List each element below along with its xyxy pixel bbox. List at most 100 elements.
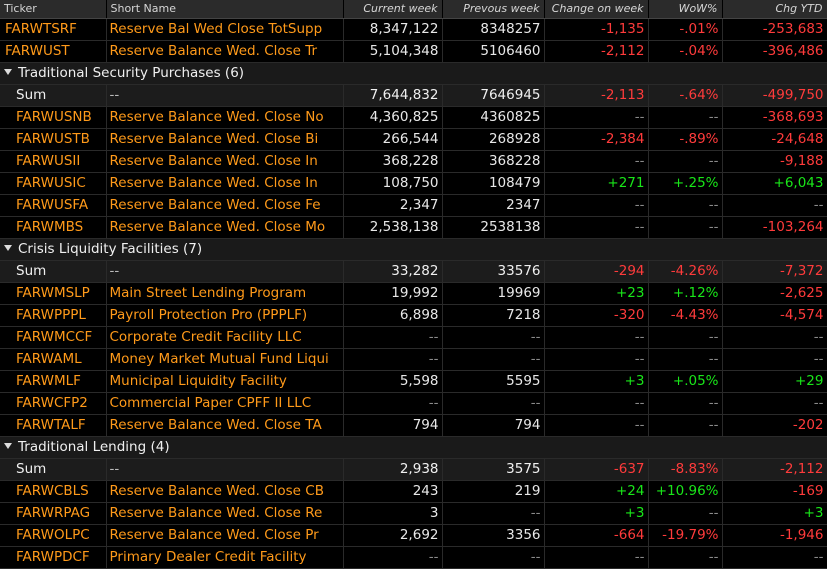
change-on-week-cell: +271 bbox=[544, 172, 649, 195]
wow-pct-cell: -4.26% bbox=[648, 260, 723, 283]
ticker-cell[interactable]: FARWTSRF bbox=[0, 18, 107, 41]
chg-ytd-cell: -24,648 bbox=[722, 128, 827, 151]
table-row[interactable]: FARWUSNB Reserve Balance Wed. Close No 4,3… bbox=[0, 106, 827, 129]
ticker-cell[interactable]: FARWUSNB bbox=[0, 106, 107, 129]
previous-week-cell: 2347 bbox=[442, 194, 545, 217]
current-week-cell: 19,992 bbox=[343, 282, 443, 305]
col-header-previous-week[interactable]: Prevous week bbox=[442, 0, 545, 19]
chg-ytd-cell: +29 bbox=[722, 370, 827, 393]
ticker-cell[interactable]: FARWMBS bbox=[0, 216, 107, 239]
ticker-cell[interactable]: Sum bbox=[0, 458, 107, 481]
change-on-week-cell: +23 bbox=[544, 282, 649, 305]
current-week-cell: -- bbox=[343, 546, 443, 569]
ticker-cell[interactable]: FARWUSIC bbox=[0, 172, 107, 195]
previous-week-cell: 4360825 bbox=[442, 106, 545, 129]
ticker-cell[interactable]: FARWCBLS bbox=[0, 480, 107, 503]
collapse-triangle-icon[interactable] bbox=[4, 69, 12, 75]
collapse-triangle-icon[interactable] bbox=[4, 443, 12, 449]
table-row[interactable]: FARWPDCF Primary Dealer Credit Facility --… bbox=[0, 546, 827, 569]
table-row[interactable]: FARWUSFA Reserve Balance Wed. Close Fe 2,3… bbox=[0, 194, 827, 217]
col-header-wow-pct[interactable]: WoW% bbox=[648, 0, 723, 19]
group-header[interactable]: Crisis Liquidity Facilities (7) bbox=[0, 238, 827, 261]
table-row[interactable]: FARWMBS Reserve Balance Wed. Close Mo 2,53… bbox=[0, 216, 827, 239]
short-name-cell: Main Street Lending Program bbox=[106, 282, 344, 305]
ticker-cell[interactable]: FARWMSLP bbox=[0, 282, 107, 305]
table-row[interactable]: FARWTALF Reserve Balance Wed. Close TA 794… bbox=[0, 414, 827, 437]
col-header-current-week[interactable]: Current week bbox=[343, 0, 443, 19]
group-header-row[interactable]: Traditional Lending (4) bbox=[0, 436, 827, 459]
table-row[interactable]: FARWUST Reserve Balance Wed. Close Tr 5,10… bbox=[0, 40, 827, 63]
wow-pct-cell: -- bbox=[648, 326, 723, 349]
table-row[interactable]: FARWOLPC Reserve Balance Wed. Close Pr 2,6… bbox=[0, 524, 827, 547]
group-header-row[interactable]: Crisis Liquidity Facilities (7) bbox=[0, 238, 827, 261]
table-row[interactable]: FARWUSIC Reserve Balance Wed. Close In 108… bbox=[0, 172, 827, 195]
short-name-cell: Payroll Protection Pro (PPPLF) bbox=[106, 304, 344, 327]
table-row[interactable]: FARWMCCF Corporate Credit Facility LLC -- -… bbox=[0, 326, 827, 349]
previous-week-cell: 8348257 bbox=[442, 18, 545, 41]
ticker-cell[interactable]: FARWAML bbox=[0, 348, 107, 371]
wow-pct-cell: +10.96% bbox=[648, 480, 723, 503]
sum-row[interactable]: Sum -- 2,938 3575 -637 -8.83% -2,112 bbox=[0, 458, 827, 481]
monitor-table: Ticker Short Name Current week Prevous w… bbox=[0, 0, 827, 569]
short-name-cell: Money Market Mutual Fund Liqui bbox=[106, 348, 344, 371]
table-row[interactable]: FARWMLF Municipal Liquidity Facility 5,598… bbox=[0, 370, 827, 393]
sum-row[interactable]: Sum -- 33,282 33576 -294 -4.26% -7,372 bbox=[0, 260, 827, 283]
chg-ytd-cell: -253,683 bbox=[722, 18, 827, 41]
wow-pct-cell: +.25% bbox=[648, 172, 723, 195]
col-header-chg-ytd[interactable]: Chg YTD bbox=[722, 0, 827, 19]
wow-pct-cell: -- bbox=[648, 348, 723, 371]
ticker-cell[interactable]: FARWMLF bbox=[0, 370, 107, 393]
wow-pct-cell: +.12% bbox=[648, 282, 723, 305]
short-name-cell: Reserve Balance Wed. Close Tr bbox=[106, 40, 344, 63]
group-header[interactable]: Traditional Security Purchases (6) bbox=[0, 62, 827, 85]
ticker-cell[interactable]: FARWCFP2 bbox=[0, 392, 107, 415]
change-on-week-cell: -- bbox=[544, 326, 649, 349]
current-week-cell: 2,538,138 bbox=[343, 216, 443, 239]
col-header-change-on-week[interactable]: Change on week bbox=[544, 0, 649, 19]
group-header-row[interactable]: Traditional Security Purchases (6) bbox=[0, 62, 827, 85]
table-row[interactable]: FARWPPPL Payroll Protection Pro (PPPLF) 6,… bbox=[0, 304, 827, 327]
ticker-cell[interactable]: FARWTALF bbox=[0, 414, 107, 437]
ticker-cell[interactable]: FARWPDCF bbox=[0, 546, 107, 569]
current-week-cell: 5,598 bbox=[343, 370, 443, 393]
group-header[interactable]: Traditional Lending (4) bbox=[0, 436, 827, 459]
table-row[interactable]: FARWTSRF Reserve Bal Wed Close TotSupp 8,3… bbox=[0, 18, 827, 41]
chg-ytd-cell: -- bbox=[722, 194, 827, 217]
chg-ytd-cell: -9,188 bbox=[722, 150, 827, 173]
current-week-cell: -- bbox=[343, 392, 443, 415]
change-on-week-cell: -637 bbox=[544, 458, 649, 481]
wow-pct-cell: -4.43% bbox=[648, 304, 723, 327]
ticker-cell[interactable]: FARWRPAG bbox=[0, 502, 107, 525]
ticker-cell[interactable]: FARWUSTB bbox=[0, 128, 107, 151]
ticker-cell[interactable]: Sum bbox=[0, 84, 107, 107]
table-row[interactable]: FARWCFP2 Commercial Paper CPFF II LLC -- --… bbox=[0, 392, 827, 415]
change-on-week-cell: -2,113 bbox=[544, 84, 649, 107]
ticker-cell[interactable]: FARWOLPC bbox=[0, 524, 107, 547]
ticker-cell[interactable]: Sum bbox=[0, 260, 107, 283]
current-week-cell: 2,938 bbox=[343, 458, 443, 481]
collapse-triangle-icon[interactable] bbox=[4, 245, 12, 251]
previous-week-cell: 368228 bbox=[442, 150, 545, 173]
col-header-ticker[interactable]: Ticker bbox=[0, 0, 107, 19]
table-row[interactable]: FARWRPAG Reserve Balance Wed. Close Re 3 --… bbox=[0, 502, 827, 525]
ticker-cell[interactable]: FARWUST bbox=[0, 40, 107, 63]
ticker-cell[interactable]: FARWUSII bbox=[0, 150, 107, 173]
group-label: Traditional Security Purchases (6) bbox=[18, 65, 245, 81]
previous-week-cell: 7646945 bbox=[442, 84, 545, 107]
short-name-cell: Reserve Bal Wed Close TotSupp bbox=[106, 18, 344, 41]
table-row[interactable]: FARWUSII Reserve Balance Wed. Close In 368… bbox=[0, 150, 827, 173]
ticker-cell[interactable]: FARWMCCF bbox=[0, 326, 107, 349]
change-on-week-cell: -- bbox=[544, 392, 649, 415]
table-row[interactable]: FARWMSLP Main Street Lending Program 19,99… bbox=[0, 282, 827, 305]
chg-ytd-cell: -- bbox=[722, 392, 827, 415]
ticker-cell[interactable]: FARWUSFA bbox=[0, 194, 107, 217]
previous-week-cell: 5106460 bbox=[442, 40, 545, 63]
ticker-cell[interactable]: FARWPPPL bbox=[0, 304, 107, 327]
table-row[interactable]: FARWCBLS Reserve Balance Wed. Close CB 243… bbox=[0, 480, 827, 503]
sum-row[interactable]: Sum -- 7,644,832 7646945 -2,113 -.64% -499,750 bbox=[0, 84, 827, 107]
table-row[interactable]: FARWAML Money Market Mutual Fund Liqui -- -… bbox=[0, 348, 827, 371]
change-on-week-cell: -294 bbox=[544, 260, 649, 283]
table-row[interactable]: FARWUSTB Reserve Balance Wed. Close Bi 266… bbox=[0, 128, 827, 151]
col-header-short-name[interactable]: Short Name bbox=[106, 0, 344, 19]
wow-pct-cell: -- bbox=[648, 546, 723, 569]
